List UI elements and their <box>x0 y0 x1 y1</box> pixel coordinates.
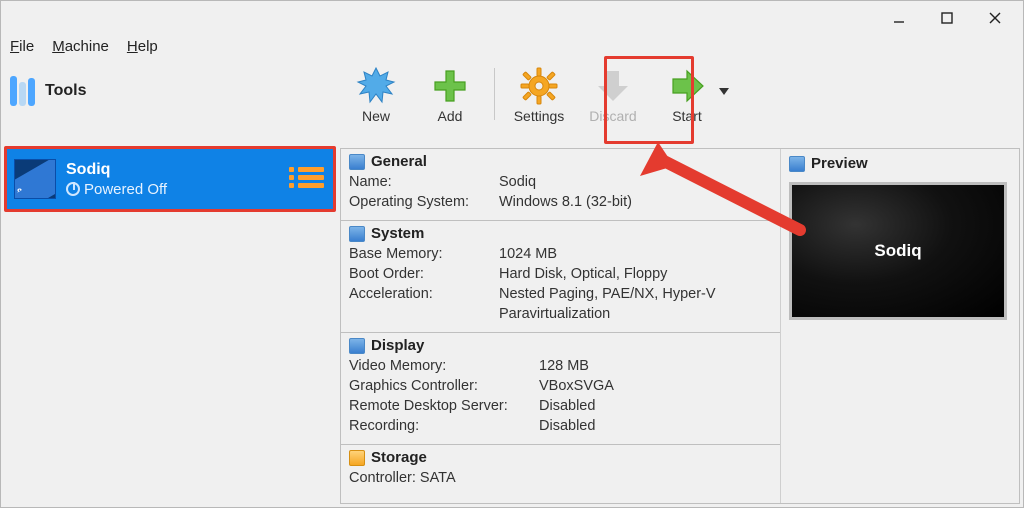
tools-icon <box>10 76 35 106</box>
system-accel: Nested Paging, PAE/NX, Hyper-V Paravirtu… <box>499 284 759 324</box>
system-icon <box>349 226 365 242</box>
new-label: New <box>362 108 390 124</box>
display-gc: VBoxSVGA <box>539 376 614 396</box>
display-vmem: 128 MB <box>539 356 589 376</box>
tools-button[interactable]: Tools <box>10 76 86 106</box>
details-pane: General Name:Sodiq Operating System:Wind… <box>340 148 1020 504</box>
storage-controller: Controller: SATA <box>349 468 456 488</box>
gear-icon <box>517 66 561 106</box>
section-system: System Base Memory:1024 MB Boot Order:Ha… <box>341 221 780 333</box>
general-name: Sodiq <box>499 172 536 192</box>
window-controls <box>876 4 1018 32</box>
preview-panel: Preview Sodiq <box>781 149 1019 503</box>
preview-header[interactable]: Preview <box>789 155 1011 172</box>
tools-label: Tools <box>45 82 86 100</box>
preview-icon <box>789 156 805 172</box>
system-mem: 1024 MB <box>499 244 557 264</box>
menu-bar: File Machine Help <box>10 38 158 55</box>
display-recording: Disabled <box>539 416 595 436</box>
app-window: File Machine Help Tools New Add <box>0 0 1024 508</box>
menu-machine[interactable]: Machine <box>52 38 109 55</box>
toolbar-divider <box>494 68 495 120</box>
section-general-header[interactable]: General <box>349 153 772 172</box>
section-general: General Name:Sodiq Operating System:Wind… <box>341 149 780 221</box>
section-storage-header[interactable]: Storage <box>349 449 772 468</box>
section-display-header[interactable]: Display <box>349 337 772 356</box>
close-button[interactable] <box>972 4 1018 32</box>
maximize-button[interactable] <box>924 4 970 32</box>
general-icon <box>349 154 365 170</box>
storage-icon <box>349 450 365 466</box>
annotation-box-vm <box>4 146 336 212</box>
preview-caption: Sodiq <box>874 241 921 261</box>
new-button[interactable]: New <box>340 62 412 126</box>
section-system-header[interactable]: System <box>349 225 772 244</box>
system-boot: Hard Disk, Optical, Floppy <box>499 264 667 284</box>
section-display: Display Video Memory:128 MB Graphics Con… <box>341 333 780 445</box>
preview-thumbnail[interactable]: Sodiq <box>789 182 1007 320</box>
section-storage: Storage Controller: SATA <box>341 445 780 496</box>
annotation-box-start <box>604 56 694 144</box>
display-rds: Disabled <box>539 396 595 416</box>
starburst-icon <box>354 66 398 106</box>
general-os: Windows 8.1 (32-bit) <box>499 192 632 212</box>
display-icon <box>349 338 365 354</box>
plus-icon <box>428 66 472 106</box>
minimize-button[interactable] <box>876 4 922 32</box>
start-dropdown[interactable] <box>719 62 729 102</box>
add-button[interactable]: Add <box>414 62 486 126</box>
menu-file[interactable]: File <box>10 38 34 55</box>
settings-label: Settings <box>514 108 565 124</box>
details-main: General Name:Sodiq Operating System:Wind… <box>341 149 781 503</box>
settings-button[interactable]: Settings <box>503 62 575 126</box>
add-label: Add <box>438 108 463 124</box>
menu-help[interactable]: Help <box>127 38 158 55</box>
